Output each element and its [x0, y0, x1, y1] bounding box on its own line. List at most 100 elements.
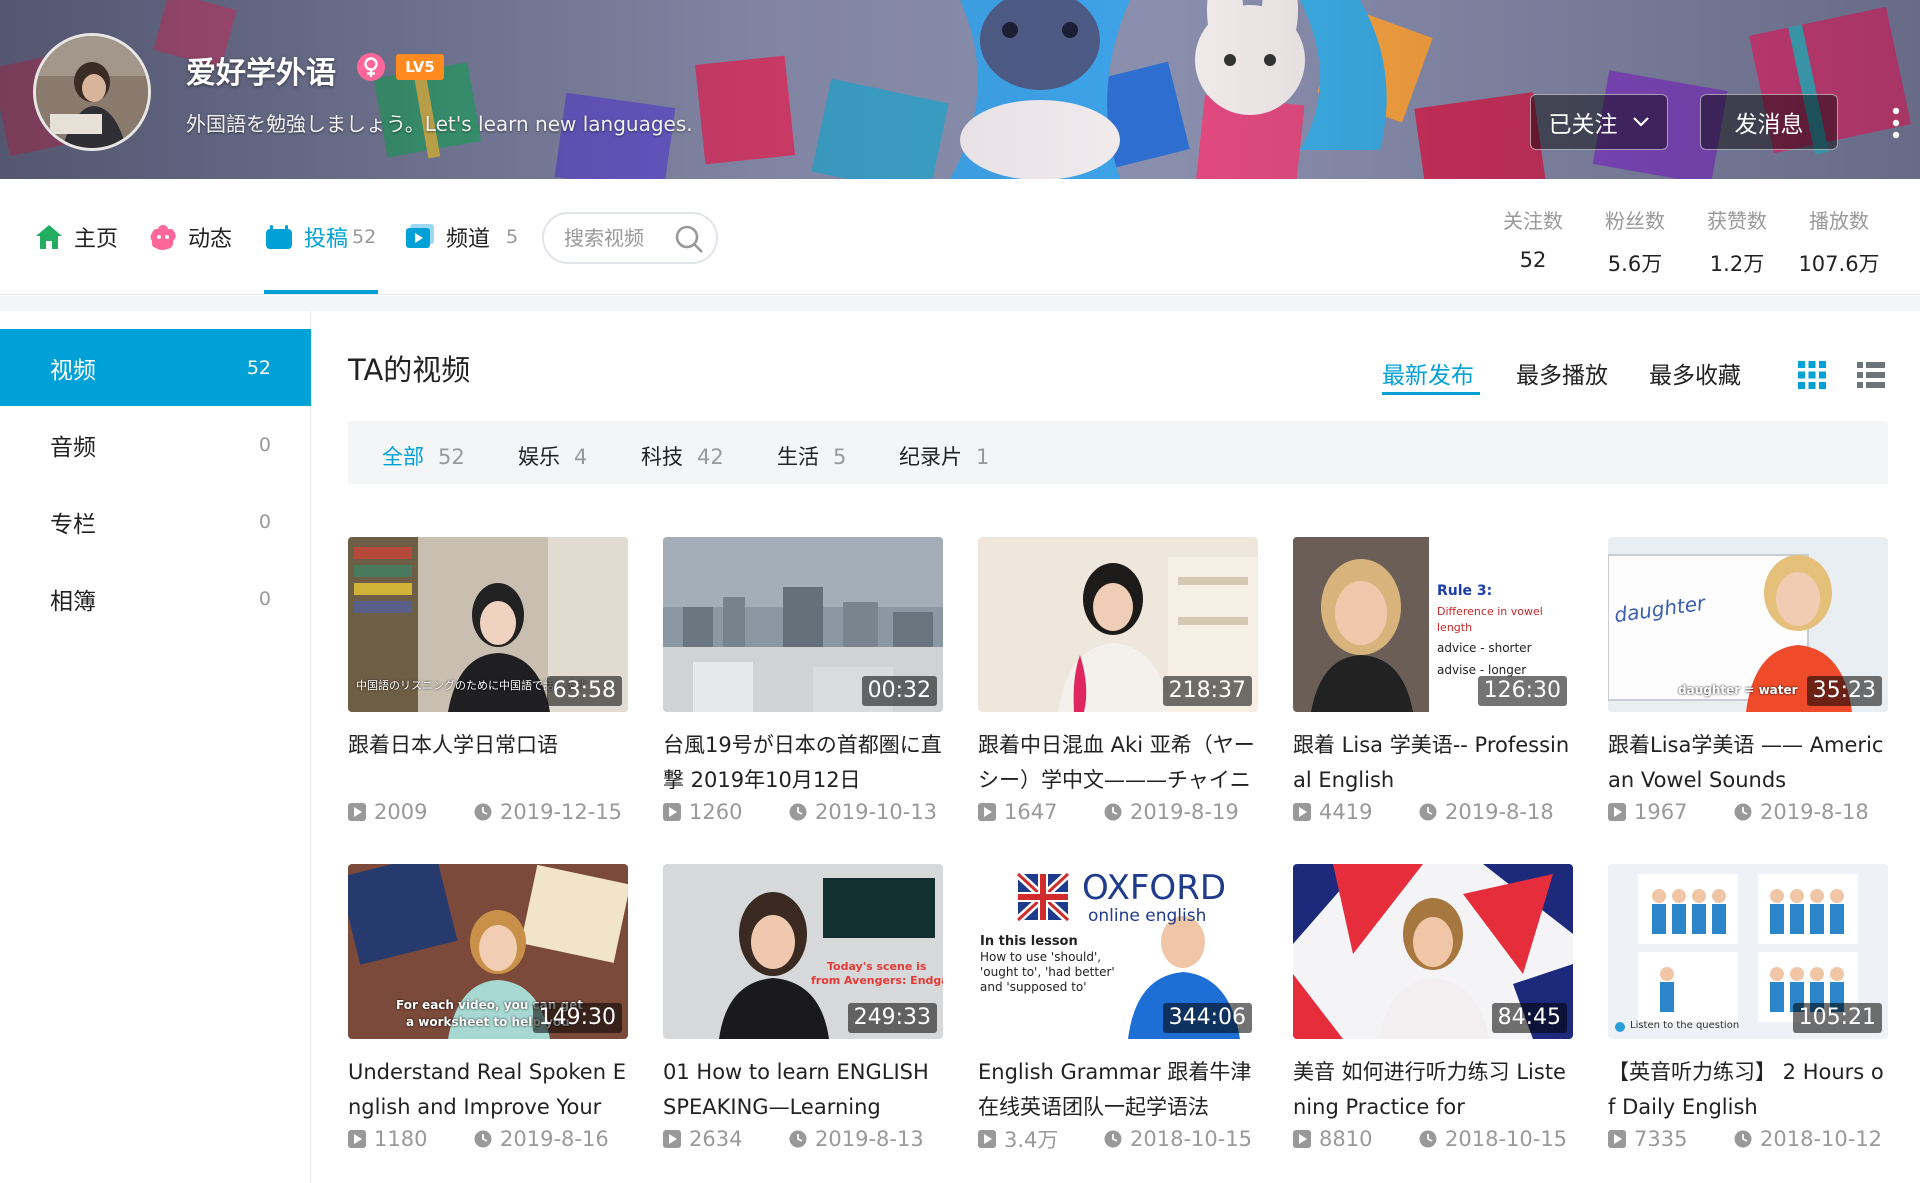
play-count: 4419 — [1293, 800, 1419, 824]
play-count-value: 1967 — [1634, 800, 1688, 824]
sidebar-item-video[interactable]: 视频 52 — [0, 329, 311, 406]
filter-all[interactable]: 全部 52 — [382, 441, 465, 471]
sidebar-item-audio[interactable]: 音频 0 — [0, 406, 311, 483]
stat-value: 5.6万 — [1607, 252, 1663, 276]
video-thumbnail[interactable]: daughter daughter = water 35:23 — [1608, 537, 1888, 712]
clock-icon — [1734, 803, 1752, 821]
tab-uploads-label: 投稿 — [304, 227, 349, 252]
video-title[interactable]: 台風19号が日本の首都圏に直撃 2019年10月12日 — [663, 728, 943, 798]
video-title[interactable]: 跟着中日混血 Aki 亚希（ヤーシー）学中文———チャイニ — [978, 728, 1258, 798]
username: 爱好学外语 — [186, 56, 336, 91]
tab-channels[interactable]: 频道 5 — [404, 219, 518, 255]
video-card[interactable]: Rule 3: Difference in vowel length advic… — [1293, 537, 1573, 837]
video-card[interactable]: Today's scene is from Avengers: Endgame … — [663, 864, 943, 1164]
video-card[interactable]: For each video, you can get a worksheet … — [348, 864, 628, 1164]
video-title[interactable]: English Grammar 跟着牛津在线英语团队一起学语法 — [978, 1055, 1258, 1125]
thumbnail-text: online english — [1088, 906, 1207, 926]
chevron-down-icon — [1632, 117, 1649, 127]
video-card[interactable]: Listen to the question 105:21 【英音听力练习】 2… — [1608, 864, 1888, 1164]
list-view-icon[interactable] — [1856, 360, 1886, 390]
sidebar-item-articles[interactable]: 专栏 0 — [0, 483, 311, 560]
tab-dynamic[interactable]: 动态 — [148, 219, 232, 255]
follow-button[interactable]: 已关注 — [1530, 94, 1668, 150]
upload-date-value: 2018-10-12 — [1760, 1127, 1883, 1151]
search-input[interactable] — [564, 226, 674, 250]
sidebar-item-count: 0 — [258, 587, 271, 610]
thumbnail-text: 'ought to', 'had better' — [980, 965, 1115, 979]
thumbnail-text: and 'supposed to' — [980, 980, 1087, 994]
clock-icon — [474, 803, 492, 821]
upload-date-value: 2019-8-18 — [1445, 800, 1554, 824]
tab-uploads-count: 52 — [352, 226, 377, 248]
video-card[interactable]: 84:45 美音 如何进行听力练习 Listening Practice for… — [1293, 864, 1573, 1164]
video-title[interactable]: 美音 如何进行听力练习 Listening Practice for — [1293, 1055, 1573, 1125]
filter-life[interactable]: 生活 5 — [777, 441, 846, 471]
avatar[interactable] — [33, 33, 151, 151]
avatar-image — [36, 36, 148, 148]
video-duration: 149:30 — [532, 1003, 622, 1033]
sort-most-played[interactable]: 最多播放 — [1516, 356, 1608, 390]
video-thumbnail[interactable]: OXFORD online english In this lesson How… — [978, 864, 1258, 1039]
tab-uploads[interactable]: 投稿 52 — [264, 219, 376, 255]
video-title[interactable]: Understand Real Spoken English and Impro… — [348, 1055, 628, 1125]
video-thumbnail[interactable]: Today's scene is from Avengers: Endgame … — [663, 864, 943, 1039]
thumbnail-text: Rule 3: — [1437, 583, 1493, 599]
sort-most-favorited[interactable]: 最多收藏 — [1649, 356, 1741, 390]
video-card[interactable]: 00:32 台風19号が日本の首都圏に直撃 2019年10月12日 1260 2… — [663, 537, 943, 837]
thumbnail-caption: Listen to the question — [1630, 1020, 1740, 1031]
filter-tech[interactable]: 科技 42 — [641, 441, 724, 471]
video-title[interactable]: 跟着 Lisa 学美语-- Professinal English — [1293, 728, 1573, 798]
video-meta: 8810 2018-10-15 — [1293, 1124, 1573, 1154]
stat-likes: 获赞数 1.2万 — [1686, 205, 1788, 278]
stat-value: 107.6万 — [1798, 252, 1880, 276]
video-title[interactable]: 01 How to learn ENGLISH SPEAKING—Learnin… — [663, 1055, 943, 1125]
video-card[interactable]: 218:37 跟着中日混血 Aki 亚希（ヤーシー）学中文———チャイニ 164… — [978, 537, 1258, 837]
video-title[interactable]: 【英音听力练习】 2 Hours of Daily English — [1608, 1055, 1888, 1125]
grid-view-icon[interactable] — [1797, 360, 1827, 390]
video-thumbnail[interactable]: Listen to the question 105:21 — [1608, 864, 1888, 1039]
video-title[interactable]: 跟着日本人学日常口语 — [348, 728, 628, 798]
thumbnail-text: Today's scene is — [827, 960, 927, 973]
thumbnail-text: advise - longer — [1437, 663, 1527, 677]
search-icon[interactable] — [674, 224, 704, 254]
send-message-button[interactable]: 发消息 — [1700, 94, 1838, 150]
play-count: 1647 — [978, 800, 1104, 824]
video-thumbnail[interactable]: For each video, you can get a worksheet … — [348, 864, 628, 1039]
video-meta: 1260 2019-10-13 — [663, 797, 943, 827]
search-box[interactable] — [542, 212, 718, 264]
video-card[interactable]: daughter daughter = water 35:23 跟着Lisa学美… — [1608, 537, 1888, 837]
upload-date: 2019-10-13 — [789, 800, 937, 824]
filter-label: 科技 — [641, 445, 683, 469]
upload-date: 2019-8-13 — [789, 1127, 924, 1151]
active-sort-indicator — [1382, 392, 1480, 395]
play-count-icon — [1608, 1130, 1626, 1148]
play-count-value: 8810 — [1319, 1127, 1373, 1151]
play-count-value: 1180 — [374, 1127, 428, 1151]
clock-icon — [1734, 1130, 1752, 1148]
more-options-icon[interactable] — [1884, 103, 1908, 143]
upload-date-value: 2019-12-15 — [500, 800, 623, 824]
play-count-icon — [1293, 803, 1311, 821]
video-title[interactable]: 跟着Lisa学美语 —— American Vowel Sounds — [1608, 728, 1888, 798]
video-thumbnail[interactable]: 84:45 — [1293, 864, 1573, 1039]
tab-channels-count: 5 — [506, 226, 519, 248]
tab-home[interactable]: 主页 — [34, 219, 118, 255]
sort-latest[interactable]: 最新发布 — [1382, 356, 1474, 390]
video-card[interactable]: OXFORD online english In this lesson How… — [978, 864, 1258, 1164]
stat-plays: 播放数 107.6万 — [1788, 205, 1890, 278]
uk-flag-icon — [1015, 871, 1071, 923]
filter-entertainment[interactable]: 娱乐 4 — [518, 441, 587, 471]
video-thumbnail[interactable]: 中国語のリスニングのために中国語で話します 63:58 — [348, 537, 628, 712]
sidebar-item-albums[interactable]: 相簿 0 — [0, 560, 311, 637]
video-meta: 1180 2019-8-16 — [348, 1124, 628, 1154]
video-duration: 00:32 — [861, 676, 937, 706]
clock-icon — [789, 803, 807, 821]
video-card[interactable]: 中国語のリスニングのために中国語で話します 63:58 跟着日本人学日常口语 2… — [348, 537, 628, 837]
stat-following[interactable]: 关注数 52 — [1482, 205, 1584, 278]
filter-documentary[interactable]: 纪录片 1 — [899, 441, 989, 471]
play-count-value: 1260 — [689, 800, 743, 824]
video-thumbnail[interactable]: 00:32 — [663, 537, 943, 712]
video-thumbnail[interactable]: 218:37 — [978, 537, 1258, 712]
stat-followers[interactable]: 粉丝数 5.6万 — [1584, 205, 1686, 278]
video-thumbnail[interactable]: Rule 3: Difference in vowel length advic… — [1293, 537, 1573, 712]
